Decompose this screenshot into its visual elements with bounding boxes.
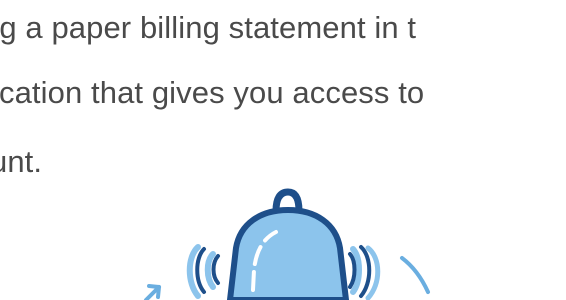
right-curve-decoration (400, 256, 430, 294)
content-area: ng a paper billing statement in t icatio… (0, 0, 566, 300)
right-sound-waves-icon (348, 245, 381, 300)
arrow-left-icon (144, 284, 161, 300)
bell-body (227, 207, 349, 300)
left-sound-waves-icon (186, 244, 220, 299)
bell-ringing-icon (144, 188, 430, 300)
